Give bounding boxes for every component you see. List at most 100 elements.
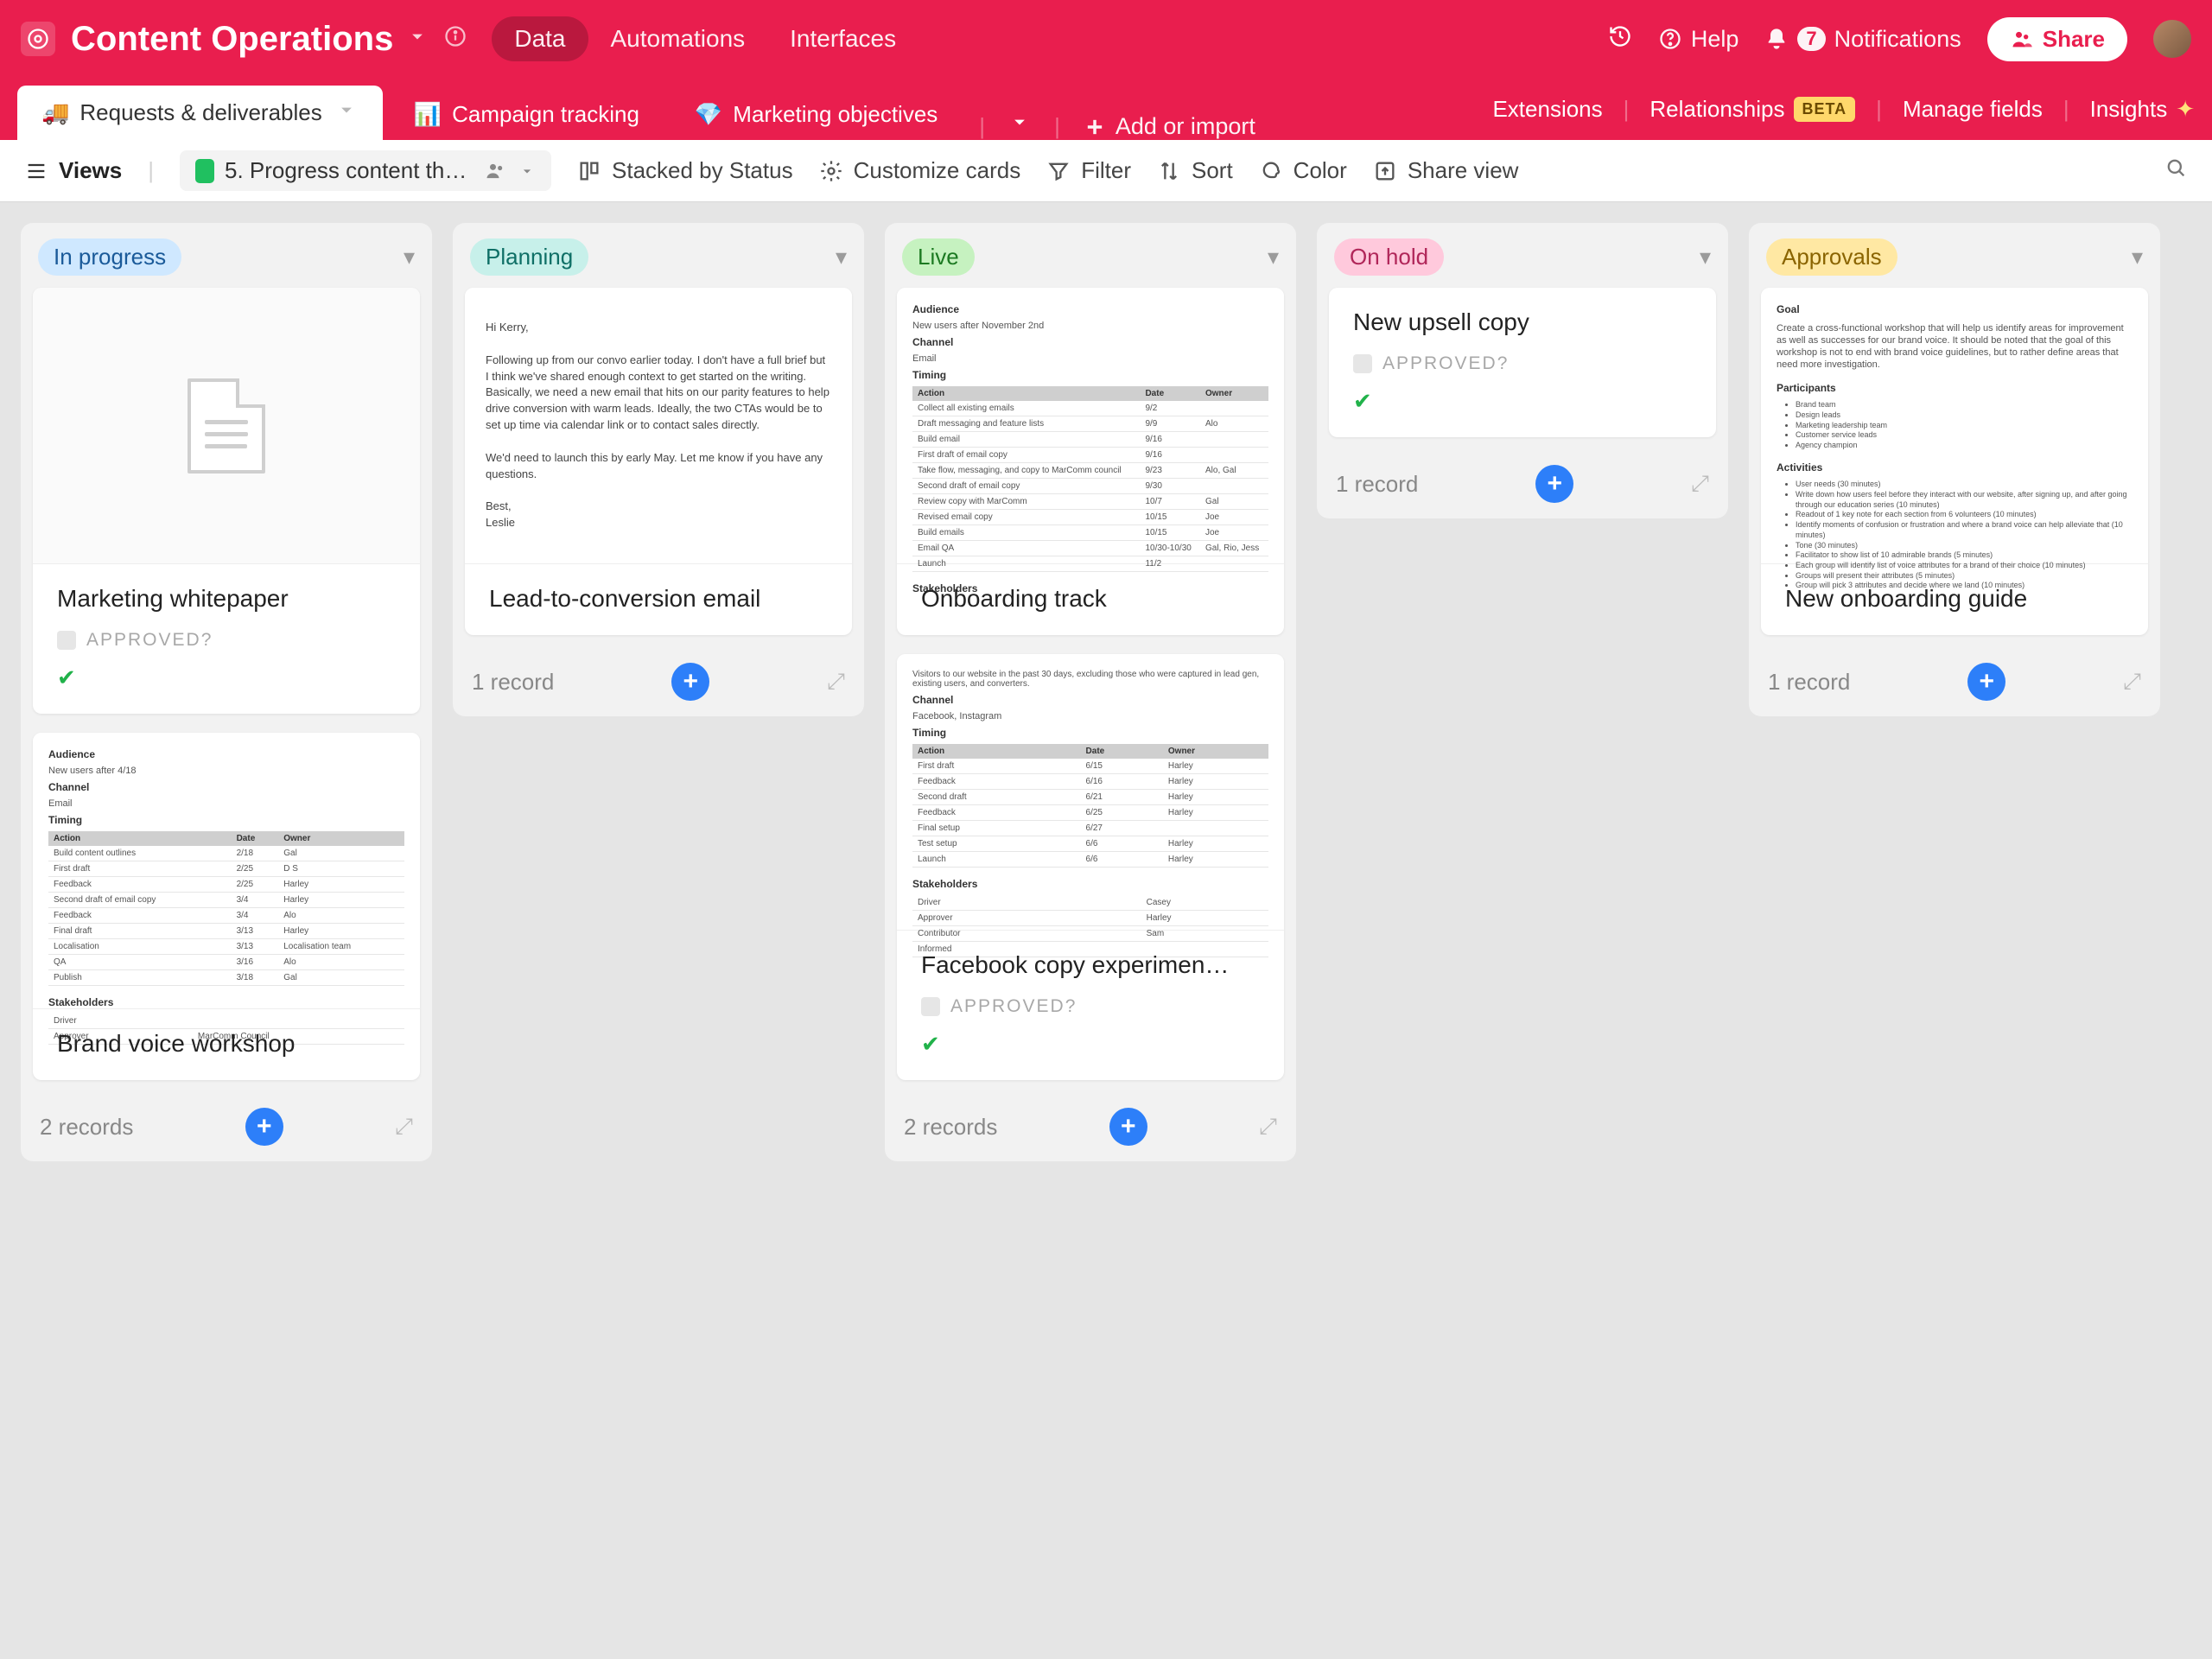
- status-pill[interactable]: Live: [902, 238, 975, 276]
- mini-table: DriverCaseyApproverHarleyContributorSamI…: [912, 895, 1268, 957]
- check-icon: ✔: [1353, 388, 1692, 415]
- diamond-icon: 💎: [695, 101, 722, 128]
- chevron-down-icon[interactable]: [334, 98, 359, 128]
- checkbox-icon: [1353, 354, 1372, 373]
- record-card[interactable]: New upsell copy APPROVED? ✔: [1329, 288, 1716, 437]
- notifications-label: Notifications: [1834, 26, 1961, 53]
- tab-label: Requests & deliverables: [79, 99, 321, 126]
- tab-overflow-chevron-icon[interactable]: [995, 110, 1044, 140]
- base-menu-chevron-icon[interactable]: [405, 24, 429, 54]
- record-count: 1 record: [472, 669, 554, 696]
- add-or-import-button[interactable]: Add or import: [1071, 113, 1268, 140]
- add-record-button[interactable]: +: [1109, 1108, 1147, 1146]
- filter-button[interactable]: Filter: [1046, 157, 1131, 184]
- check-icon: ✔: [57, 664, 396, 691]
- record-card[interactable]: Audience New users after November 2nd Ch…: [897, 288, 1284, 635]
- add-record-button[interactable]: +: [1535, 465, 1573, 503]
- truck-icon: 🚚: [41, 99, 69, 126]
- views-button[interactable]: Views: [24, 157, 122, 184]
- base-icon[interactable]: [21, 22, 55, 56]
- sparkle-icon: ✦: [2176, 96, 2195, 123]
- tab-label: Campaign tracking: [452, 101, 639, 128]
- history-icon[interactable]: [1608, 24, 1632, 54]
- document-icon: [188, 378, 265, 474]
- color-button[interactable]: Color: [1259, 157, 1347, 184]
- record-card[interactable]: Visitors to our website in the past 30 d…: [897, 654, 1284, 1080]
- column-in-progress: In progress ▾ Marketing whitepaper APPRO…: [21, 223, 432, 1161]
- info-icon[interactable]: [443, 24, 467, 54]
- kanban-view-icon: [195, 159, 214, 183]
- insights-link[interactable]: Insights ✦: [2090, 96, 2195, 123]
- share-view-button[interactable]: Share view: [1373, 157, 1519, 184]
- column-menu-icon[interactable]: ▾: [404, 244, 415, 270]
- card-thumbnail: Audience New users after 4/18 Channel Em…: [33, 733, 420, 1009]
- status-pill[interactable]: On hold: [1334, 238, 1444, 276]
- help-label: Help: [1691, 26, 1739, 53]
- card-title: Lead-to-conversion email: [489, 585, 828, 613]
- card-thumbnail: [33, 288, 420, 564]
- record-card[interactable]: Marketing whitepaper APPROVED? ✔: [33, 288, 420, 714]
- card-title: New upsell copy: [1353, 308, 1692, 336]
- current-view-chip[interactable]: 5. Progress content through s…: [180, 150, 551, 191]
- notifications-button[interactable]: 7 Notifications: [1764, 26, 1961, 53]
- chart-icon: 📊: [414, 101, 442, 128]
- extensions-link[interactable]: Extensions: [1492, 96, 1602, 123]
- column-menu-icon[interactable]: ▾: [1268, 244, 1279, 270]
- record-card[interactable]: Audience New users after 4/18 Channel Em…: [33, 733, 420, 1080]
- column-approvals: Approvals ▾ Goal Create a cross-function…: [1749, 223, 2160, 716]
- record-card[interactable]: Goal Create a cross-functional workshop …: [1761, 288, 2148, 635]
- status-pill[interactable]: Planning: [470, 238, 588, 276]
- card-thumbnail: Hi Kerry, Following up from our convo ea…: [465, 288, 852, 564]
- base-title[interactable]: Content Operations: [71, 20, 393, 59]
- add-record-button[interactable]: +: [671, 663, 709, 701]
- card-thumbnail: Audience New users after November 2nd Ch…: [897, 288, 1284, 564]
- table-tab-marketing[interactable]: 💎 Marketing objectives: [671, 89, 962, 140]
- customize-cards-button[interactable]: Customize cards: [819, 157, 1021, 184]
- record-count: 1 record: [1768, 669, 1850, 696]
- collapse-icon[interactable]: ⤢: [2123, 668, 2141, 696]
- user-avatar[interactable]: [2153, 20, 2191, 58]
- record-card[interactable]: Hi Kerry, Following up from our convo ea…: [465, 288, 852, 635]
- mini-table: ActionDateOwnerFirst draft6/15HarleyFeed…: [912, 744, 1268, 868]
- status-pill[interactable]: In progress: [38, 238, 181, 276]
- manage-fields-link[interactable]: Manage fields: [1903, 96, 2043, 123]
- collapse-icon[interactable]: ⤢: [1259, 1113, 1277, 1141]
- column-on-hold: On hold ▾ New upsell copy APPROVED? ✔ 1 …: [1317, 223, 1728, 518]
- beta-badge: BETA: [1794, 97, 1856, 122]
- notifications-count: 7: [1797, 27, 1825, 51]
- collapse-icon[interactable]: ⤢: [827, 668, 845, 696]
- stacked-by-button[interactable]: Stacked by Status: [577, 157, 793, 184]
- nav-interfaces[interactable]: Interfaces: [767, 16, 918, 61]
- record-count: 2 records: [904, 1114, 997, 1141]
- column-menu-icon[interactable]: ▾: [836, 244, 847, 270]
- nav-data[interactable]: Data: [492, 16, 588, 61]
- nav-automations[interactable]: Automations: [588, 16, 768, 61]
- card-title: Marketing whitepaper: [57, 585, 396, 613]
- help-button[interactable]: Help: [1658, 26, 1739, 53]
- column-live: Live ▾ Audience New users after November…: [885, 223, 1296, 1161]
- kanban-board: In progress ▾ Marketing whitepaper APPRO…: [0, 202, 2212, 1182]
- add-record-button[interactable]: +: [245, 1108, 283, 1146]
- checkbox-icon: [57, 631, 76, 650]
- approved-field: APPROVED?: [1353, 353, 1692, 374]
- column-menu-icon[interactable]: ▾: [1700, 244, 1711, 270]
- status-pill[interactable]: Approvals: [1766, 238, 1897, 276]
- table-tab-requests[interactable]: 🚚 Requests & deliverables: [17, 86, 383, 140]
- search-icon[interactable]: [2164, 156, 2188, 186]
- column-menu-icon[interactable]: ▾: [2132, 244, 2143, 270]
- relationships-link[interactable]: Relationships BETA: [1649, 96, 1855, 123]
- view-toolbar: Views | 5. Progress content through s… S…: [0, 140, 2212, 202]
- share-button[interactable]: Share: [1987, 17, 2127, 61]
- app-header: Content Operations Data Automations Inte…: [0, 0, 2212, 140]
- view-name: 5. Progress content through s…: [225, 157, 474, 184]
- chevron-down-icon[interactable]: [518, 162, 536, 180]
- people-icon: [484, 159, 508, 183]
- table-tab-campaign[interactable]: 📊 Campaign tracking: [390, 89, 664, 140]
- collapse-icon[interactable]: ⤢: [395, 1113, 413, 1141]
- approved-field: APPROVED?: [921, 996, 1260, 1017]
- mini-table: ActionDateOwnerCollect all existing emai…: [912, 386, 1268, 572]
- card-thumbnail: Visitors to our website in the past 30 d…: [897, 654, 1284, 931]
- add-record-button[interactable]: +: [1967, 663, 2005, 701]
- sort-button[interactable]: Sort: [1157, 157, 1233, 184]
- collapse-icon[interactable]: ⤢: [1691, 470, 1709, 498]
